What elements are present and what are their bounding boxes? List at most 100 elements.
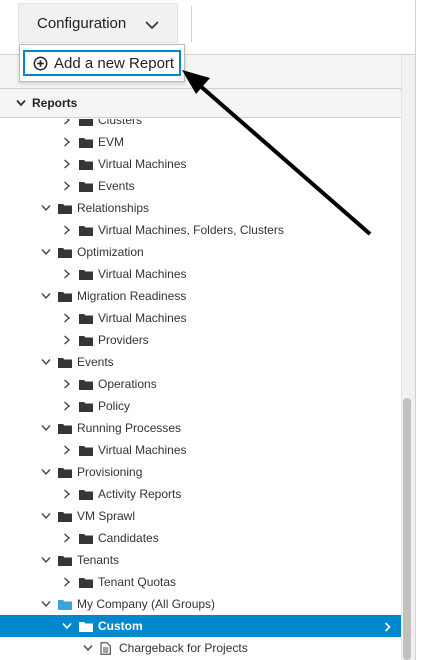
- folder-icon: [79, 576, 93, 588]
- tree-node[interactable]: My Company (All Groups): [0, 593, 401, 615]
- chevron-right-icon[interactable]: [62, 269, 72, 279]
- tree-node-label: Operations: [98, 377, 157, 391]
- tree-node-label: EVM: [98, 135, 125, 149]
- chevron-right-icon[interactable]: [62, 445, 72, 455]
- document-icon: [100, 641, 114, 655]
- chevron-down-icon[interactable]: [41, 203, 51, 213]
- tree-node[interactable]: Relationships: [0, 197, 401, 219]
- chevron-right-icon[interactable]: [62, 313, 72, 323]
- chevron-right-icon[interactable]: [62, 577, 72, 587]
- chevron-right-icon[interactable]: [62, 137, 72, 147]
- chevron-right-icon[interactable]: [62, 489, 72, 499]
- tree-node[interactable]: Custom: [0, 615, 401, 637]
- tree-node[interactable]: Chargeback for Projects: [0, 637, 401, 659]
- tree-node-label: Activity Reports: [98, 487, 182, 501]
- folder-icon: [79, 334, 93, 346]
- chevron-right-icon[interactable]: [62, 159, 72, 169]
- chevron-down-icon[interactable]: [41, 599, 51, 609]
- chevron-down-icon: [16, 99, 26, 107]
- tree-node[interactable]: Virtual Machines: [0, 439, 401, 461]
- chevron-down-icon[interactable]: [83, 643, 93, 653]
- chevron-down-icon[interactable]: [62, 621, 72, 631]
- tree-node-label: Tenants: [77, 553, 120, 567]
- folder-icon: [58, 290, 72, 302]
- tree-node[interactable]: Operations: [0, 373, 401, 395]
- chevron-right-icon[interactable]: [62, 181, 72, 191]
- add-new-report-label: Add a new Report: [54, 54, 175, 72]
- tree-node-label: Custom: [98, 619, 143, 633]
- chevron-down-icon: [145, 17, 159, 34]
- chevron-down-icon[interactable]: [41, 247, 51, 257]
- plus-circle-icon: [33, 56, 48, 71]
- tree-node-label: Events: [98, 179, 135, 193]
- tree-node[interactable]: Policy: [0, 395, 401, 417]
- tree-node-label: Providers: [98, 333, 149, 347]
- tree-node-label: Candidates: [98, 531, 159, 545]
- folder-icon: [58, 466, 72, 478]
- tree-node-label: Virtual Machines: [98, 157, 187, 171]
- chevron-right-icon[interactable]: [62, 401, 72, 411]
- chevron-down-icon[interactable]: [41, 423, 51, 433]
- tree-node[interactable]: Running Processes: [0, 417, 401, 439]
- right-panel-edge: [415, 0, 422, 660]
- chevron-right-icon[interactable]: [62, 533, 72, 543]
- tree-node[interactable]: EVM: [0, 131, 401, 153]
- tree-node[interactable]: Migration Readiness: [0, 285, 401, 307]
- chevron-down-icon[interactable]: [41, 291, 51, 301]
- chevron-down-icon[interactable]: [41, 511, 51, 521]
- folder-icon: [58, 554, 72, 566]
- folder-icon: [58, 202, 72, 214]
- tree-node-label: Virtual Machines, Folders, Clusters: [98, 223, 284, 237]
- tree-node[interactable]: Providers: [0, 329, 401, 351]
- folder-icon: [58, 598, 72, 610]
- tree-node[interactable]: Provisioning: [0, 461, 401, 483]
- reports-tree: Clusters EVM Virtual Machines Events Relatio…: [0, 119, 401, 660]
- configuration-button[interactable]: Configuration: [18, 3, 178, 43]
- tree-node[interactable]: Candidates: [0, 527, 401, 549]
- tree-node[interactable]: Tenant Quotas: [0, 571, 401, 593]
- reports-accordion-label: Reports: [32, 96, 78, 110]
- chevron-right-icon[interactable]: [62, 119, 72, 125]
- tree-node-label: Events: [77, 355, 114, 369]
- tree-node-label: Virtual Machines: [98, 267, 187, 281]
- folder-icon: [58, 422, 72, 434]
- chevron-down-icon[interactable]: [41, 555, 51, 565]
- folder-icon: [79, 224, 93, 236]
- configuration-dropdown: Add a new Report: [19, 44, 185, 82]
- chevron-down-icon[interactable]: [41, 467, 51, 477]
- folder-icon: [79, 136, 93, 148]
- folder-icon: [79, 620, 93, 632]
- folder-icon: [79, 444, 93, 456]
- tree-node[interactable]: Virtual Machines, Folders, Clusters: [0, 219, 401, 241]
- folder-icon: [79, 119, 93, 126]
- chevron-right-icon[interactable]: [62, 379, 72, 389]
- chevron-down-icon[interactable]: [41, 357, 51, 367]
- chevron-right-icon[interactable]: [62, 225, 72, 235]
- tree-node-label: Policy: [98, 399, 131, 413]
- tree-node-label: Migration Readiness: [77, 289, 187, 303]
- scrollbar-thumb[interactable]: [403, 398, 411, 660]
- tree-node-label: Virtual Machines: [98, 311, 187, 325]
- chevron-right-icon: [384, 621, 391, 635]
- reports-accordion-header[interactable]: Reports: [0, 89, 415, 118]
- tree-node-label: Tenant Quotas: [98, 575, 177, 589]
- tree-node[interactable]: Virtual Machines: [0, 153, 401, 175]
- chevron-right-icon[interactable]: [62, 335, 72, 345]
- tree-node[interactable]: Virtual Machines: [0, 263, 401, 285]
- tree-node[interactable]: Events: [0, 175, 401, 197]
- folder-icon: [79, 158, 93, 170]
- folder-icon: [79, 532, 93, 544]
- add-new-report-menu-item[interactable]: Add a new Report: [23, 50, 181, 76]
- tree-node[interactable]: Tenants: [0, 549, 401, 571]
- tree-node-label: My Company (All Groups): [77, 597, 216, 611]
- tree-node-label: Clusters: [98, 119, 143, 127]
- tree-node-label: Relationships: [77, 201, 150, 215]
- tree-node[interactable]: Optimization: [0, 241, 401, 263]
- tree-node[interactable]: VM Sprawl: [0, 505, 401, 527]
- tree-node[interactable]: Clusters: [0, 119, 401, 131]
- folder-icon: [79, 312, 93, 324]
- tree-node[interactable]: Events: [0, 351, 401, 373]
- tree-node[interactable]: Virtual Machines: [0, 307, 401, 329]
- tree-node[interactable]: Activity Reports: [0, 483, 401, 505]
- toolbar-divider: [191, 6, 192, 42]
